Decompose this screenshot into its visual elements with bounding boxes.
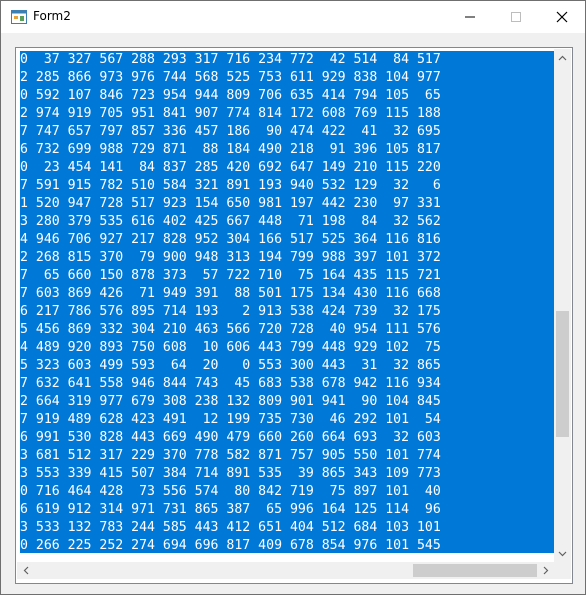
arrow-right-icon [543,566,548,575]
list-item[interactable]: 7 603 869 426 71 949 391 88 501 175 134 … [20,285,554,303]
list-item[interactable]: 2 285 866 973 976 744 568 525 753 611 92… [20,69,554,87]
scroll-up-button[interactable] [554,49,571,66]
list-item[interactable]: 0 592 107 846 723 954 944 809 706 635 41… [20,87,554,105]
minimize-icon [465,16,475,18]
scroll-left-button[interactable] [17,562,34,579]
list-item[interactable]: 6 991 530 828 443 669 490 479 660 260 66… [20,429,554,447]
list-item[interactable]: 0 37 327 567 288 293 317 716 234 772 42 … [20,51,554,69]
list-item[interactable]: 0 266 225 252 274 694 696 817 409 678 85… [20,537,554,553]
list-item[interactable]: 6 619 912 314 971 731 865 387 65 996 164… [20,501,554,519]
vertical-scroll-thumb[interactable] [556,311,569,437]
list-item[interactable]: 6 217 786 576 895 714 193 2 913 538 424 … [20,303,554,321]
minimize-button[interactable] [447,1,493,33]
close-button[interactable] [539,1,585,33]
listbox-content: 0 37 327 567 288 293 317 716 234 772 42 … [17,49,554,562]
list-item[interactable]: 4 946 706 927 217 828 952 304 166 517 52… [20,231,554,249]
list-item[interactable]: 5 323 603 499 593 64 20 0 553 300 443 31… [20,357,554,375]
scroll-down-button[interactable] [554,545,571,562]
list-item[interactable]: 7 632 641 558 946 844 743 45 683 538 678… [20,375,554,393]
form-app-icon [11,10,27,24]
list-item[interactable]: 3 553 339 415 507 384 714 891 535 39 865… [20,465,554,483]
list-item[interactable]: 2 664 319 977 679 308 238 132 809 901 94… [20,393,554,411]
list-item[interactable]: 3 681 512 317 229 370 778 582 871 757 90… [20,447,554,465]
horizontal-scroll-thumb[interactable] [413,564,537,577]
list-item[interactable]: 0 23 454 141 84 837 285 420 692 647 149 … [20,159,554,177]
number-listbox[interactable]: 0 37 327 567 288 293 317 716 234 772 42 … [15,47,573,584]
list-item[interactable]: 6 732 699 988 729 871 88 184 490 218 91 … [20,141,554,159]
arrow-up-icon [558,55,567,60]
list-item[interactable]: 3 533 132 783 244 585 443 412 651 404 51… [20,519,554,537]
title-bar[interactable]: Form2 [1,1,585,33]
list-item[interactable]: 2 974 919 705 951 841 907 774 814 172 60… [20,105,554,123]
scrollbar-corner [554,562,571,579]
arrow-left-icon [23,566,28,575]
listbox-rows: 0 37 327 567 288 293 317 716 234 772 42 … [20,51,554,553]
form-window: Form2 0 37 327 567 288 293 317 716 234 7… [0,0,586,595]
list-item[interactable]: 0 716 464 428 73 556 574 80 842 719 75 8… [20,483,554,501]
list-item[interactable]: 1 520 947 728 517 923 154 650 981 197 44… [20,195,554,213]
maximize-button[interactable] [493,1,539,33]
list-item[interactable]: 2 268 815 370 79 900 948 313 194 799 988… [20,249,554,267]
maximize-icon [511,12,521,22]
close-icon [556,11,568,23]
list-item[interactable]: 7 919 489 628 423 491 12 199 735 730 46 … [20,411,554,429]
list-item[interactable]: 7 591 915 782 510 584 321 891 193 940 53… [20,177,554,195]
list-item[interactable]: 5 456 869 332 304 210 463 566 720 728 40… [20,321,554,339]
list-item[interactable]: 7 747 657 797 857 336 457 186 90 474 422… [20,123,554,141]
vertical-scrollbar[interactable] [554,49,571,562]
list-item[interactable]: 4 489 920 893 750 608 10 606 443 799 448… [20,339,554,357]
list-item[interactable]: 7 65 660 150 878 373 57 722 710 75 164 4… [20,267,554,285]
arrow-down-icon [558,551,567,556]
list-item[interactable]: 3 280 379 535 616 402 425 667 448 71 198… [20,213,554,231]
horizontal-scrollbar[interactable] [17,562,554,579]
window-title: Form2 [33,9,71,23]
scroll-right-button[interactable] [537,562,554,579]
